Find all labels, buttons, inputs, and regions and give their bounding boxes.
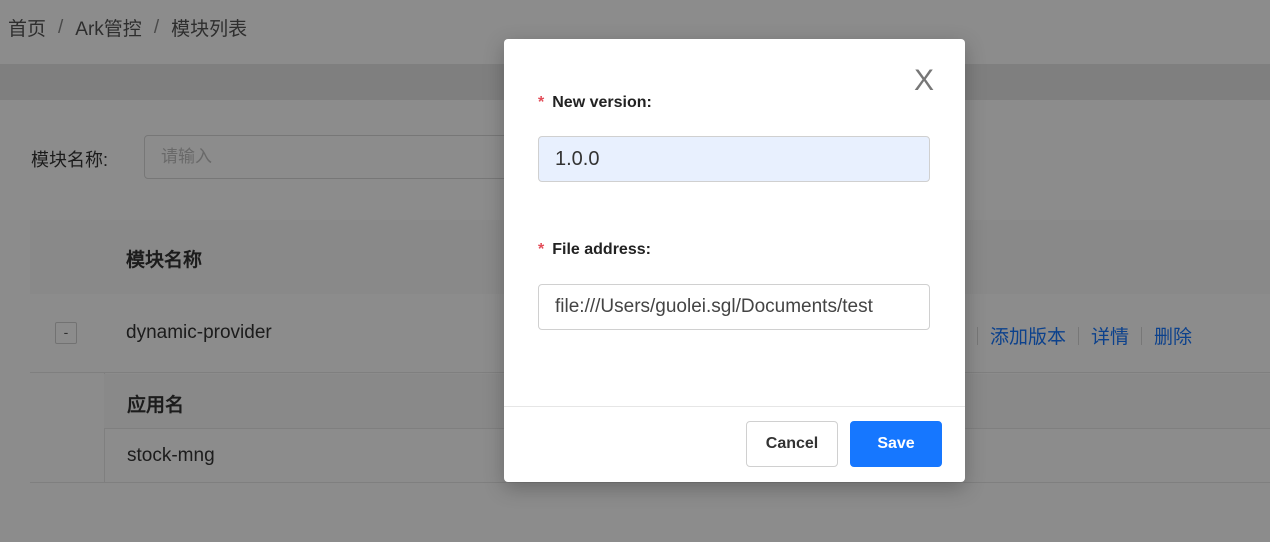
file-address-label-text: File address: xyxy=(552,241,651,258)
new-version-label: * New version: xyxy=(538,94,652,112)
new-version-label-text: New version: xyxy=(552,94,652,111)
save-button[interactable]: Save xyxy=(850,421,942,467)
add-version-modal: X * New version: * File address: Cancel … xyxy=(504,39,965,482)
file-address-input[interactable] xyxy=(538,284,930,330)
cancel-button[interactable]: Cancel xyxy=(746,421,838,467)
new-version-input[interactable] xyxy=(538,136,930,182)
required-mark: * xyxy=(538,241,545,258)
file-address-label: * File address: xyxy=(538,241,651,259)
required-mark: * xyxy=(538,94,545,111)
close-icon[interactable]: X xyxy=(906,63,942,99)
modal-footer-divider xyxy=(504,406,965,407)
